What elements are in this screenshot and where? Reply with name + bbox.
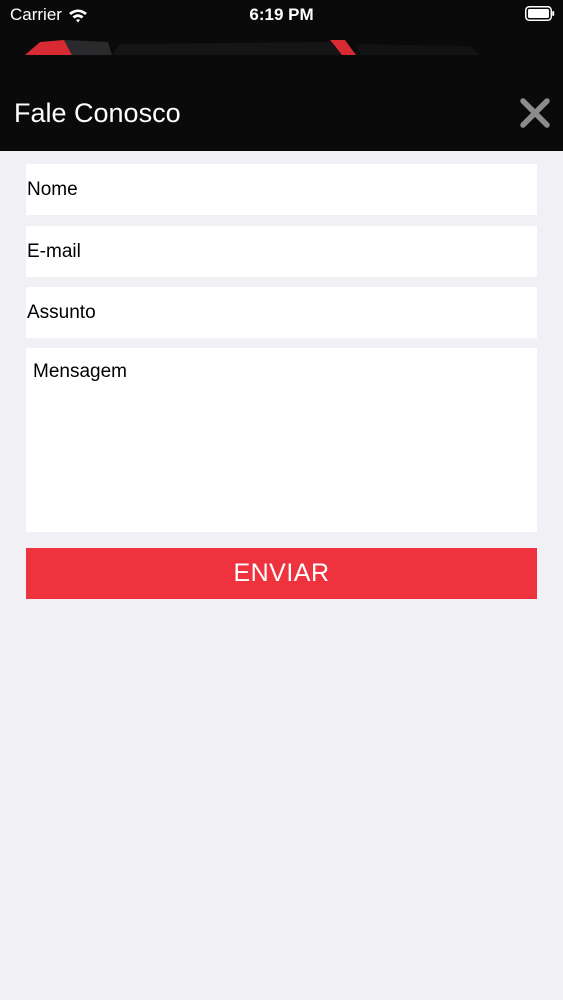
battery-icon [525, 6, 555, 21]
send-button[interactable]: ENVIAR [26, 548, 537, 599]
status-time: 6:19 PM [249, 5, 314, 24]
name-placeholder: Nome [27, 178, 78, 200]
name-field[interactable]: Nome [26, 164, 537, 215]
message-placeholder: Mensagem [33, 361, 127, 382]
message-field[interactable]: Mensagem [26, 348, 537, 532]
subject-placeholder: Assunto [27, 301, 96, 323]
email-placeholder: E-mail [27, 240, 81, 262]
header: Carrier 6:19 PM Fale Conosco [0, 0, 563, 151]
page-title: Fale Conosco [14, 98, 181, 128]
close-icon[interactable] [518, 96, 552, 130]
email-field[interactable]: E-mail [26, 226, 537, 277]
subject-field[interactable]: Assunto [26, 287, 537, 338]
status-bar: Carrier 6:19 PM [0, 0, 563, 30]
